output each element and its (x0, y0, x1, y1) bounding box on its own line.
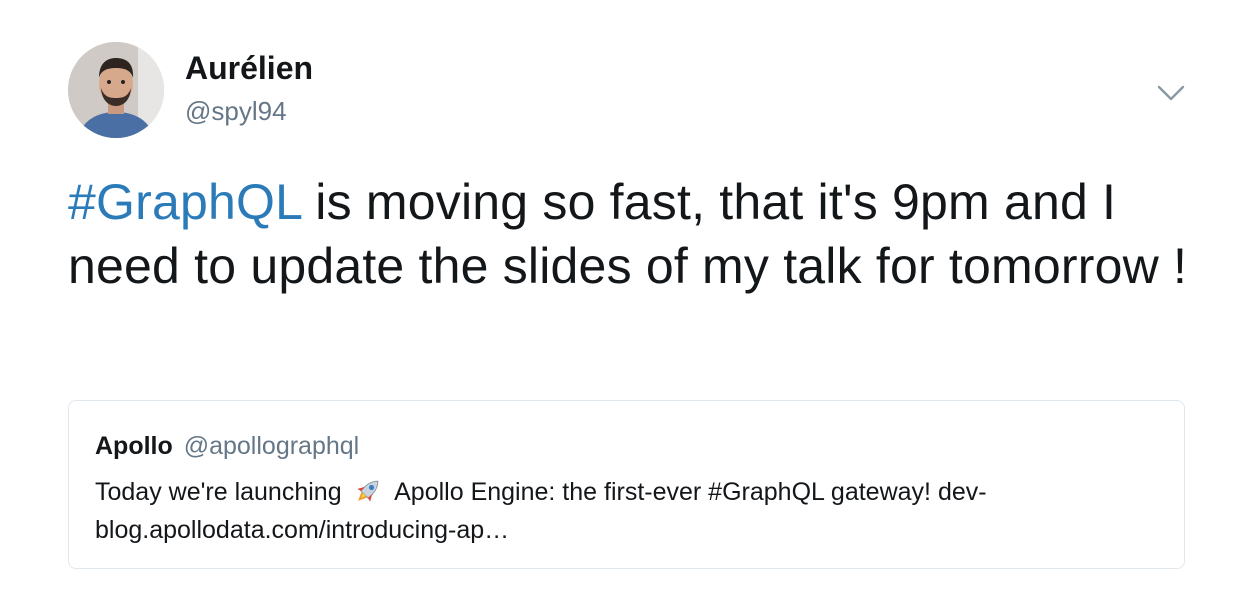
hashtag-link[interactable]: #GraphQL (68, 174, 301, 230)
author-handle[interactable]: @spyl94 (185, 96, 287, 126)
avatar-photo-icon (68, 42, 164, 138)
author-name[interactable]: Aurélien (185, 50, 313, 86)
chevron-down-icon (1157, 85, 1185, 101)
tweet-menu-button[interactable] (1154, 78, 1188, 108)
rocket-icon (356, 480, 378, 502)
tweet-text: #GraphQL is moving so fast, that it's 9p… (68, 170, 1198, 298)
quoted-tweet-header: Apollo @apollographql (95, 431, 359, 461)
quoted-tweet[interactable]: Apollo @apollographql Today we're launch… (68, 400, 1185, 569)
quoted-text-before: Today we're launching (95, 478, 342, 506)
avatar[interactable] (68, 42, 164, 138)
quoted-tweet-text: Today we're launching Apollo Engine: the… (95, 473, 1135, 549)
quoted-author-handle: @apollographql (183, 432, 360, 460)
quoted-author-name: Apollo (95, 432, 173, 460)
